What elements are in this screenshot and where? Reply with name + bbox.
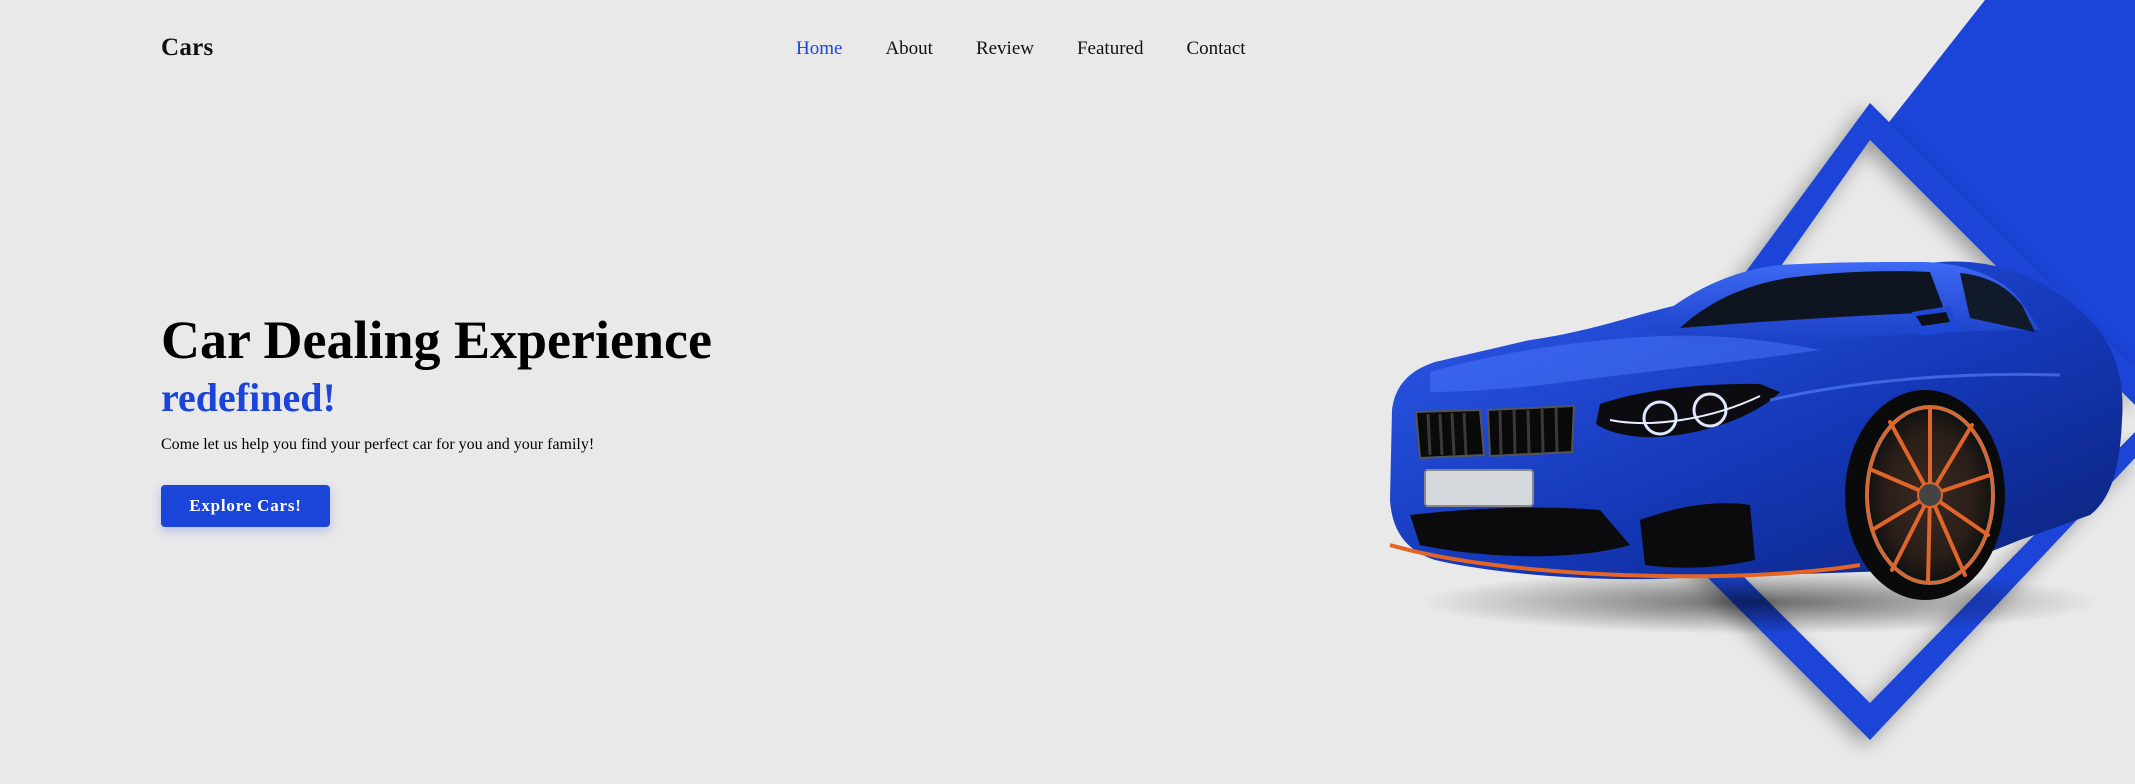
- grille: [1414, 404, 1576, 460]
- main-nav: Home About Review Featured Contact: [796, 38, 1289, 60]
- hero-graphic: [1389, 0, 2135, 740]
- hero-subtitle: Come let us help you find your perfect c…: [161, 436, 595, 453]
- nav-contact[interactable]: Contact: [1186, 38, 1245, 60]
- nav-about[interactable]: About: [885, 38, 933, 60]
- nav-home[interactable]: Home: [796, 38, 842, 60]
- nav-featured[interactable]: Featured: [1077, 38, 1143, 60]
- site-logo[interactable]: Cars: [161, 34, 214, 62]
- hero-title: Car Dealing Experience: [161, 310, 712, 370]
- hero-accent-text: redefined!: [161, 375, 336, 420]
- car-image: [1389, 261, 2123, 600]
- explore-cars-button[interactable]: Explore Cars!: [161, 485, 330, 527]
- page: Cars Home About Review Featured Contact …: [0, 0, 2135, 784]
- nav-review[interactable]: Review: [976, 38, 1034, 60]
